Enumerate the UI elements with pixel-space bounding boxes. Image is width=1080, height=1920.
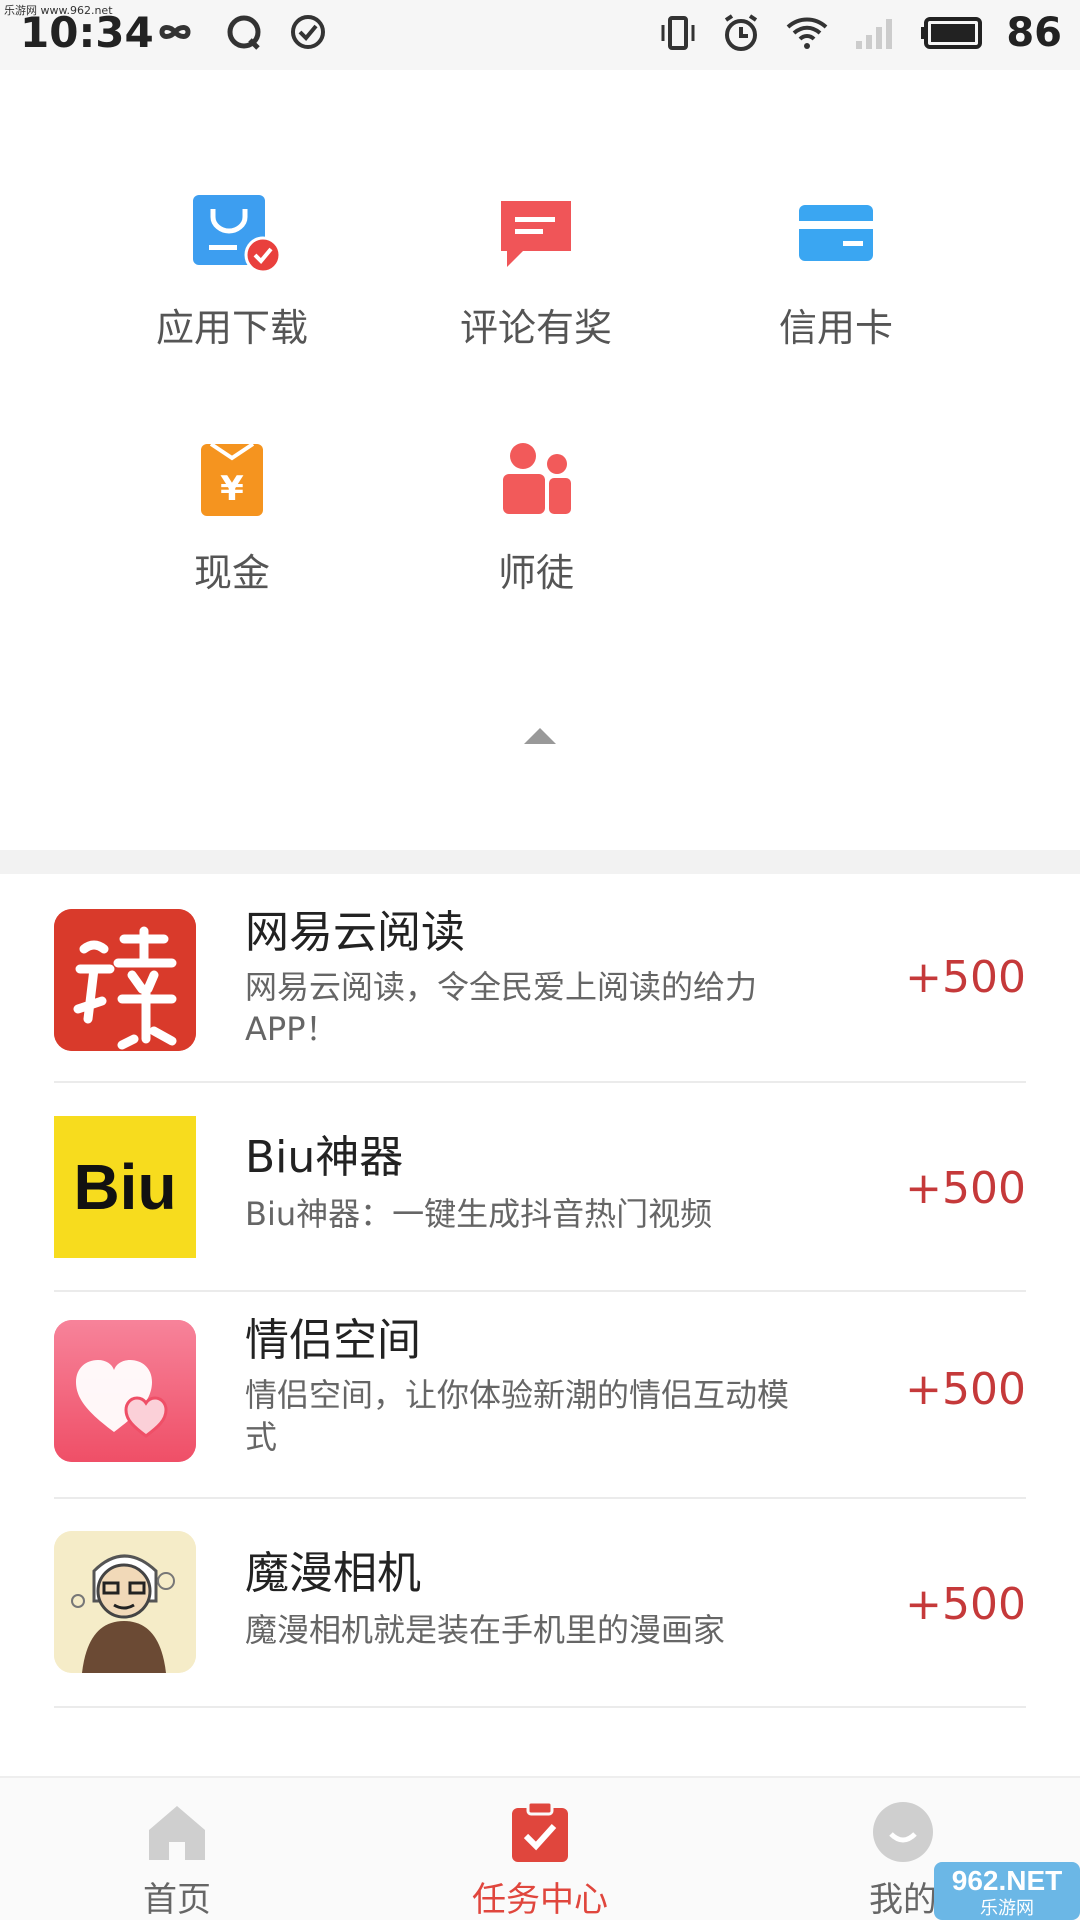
list-item[interactable]: 情侣空间 情侣空间，让你体验新潮的情侣互动模式 +500	[54, 1292, 1026, 1499]
category-grid: 应用下载 评论有奖 信用卡 ¥ 现金 师徒	[0, 70, 1080, 850]
mentor-icon	[497, 440, 575, 518]
vibrate-icon	[661, 16, 695, 50]
app-name: 网易云阅读	[245, 907, 465, 958]
profile-icon	[871, 1800, 935, 1864]
cash-bag-icon: ¥	[193, 440, 271, 518]
category-comment-reward[interactable]: 评论有奖	[386, 195, 686, 352]
cartoon-camera-logo	[54, 1531, 196, 1673]
app-description: Biu神器：一键生成抖音热门视频	[245, 1195, 713, 1233]
category-app-download[interactable]: 应用下载	[82, 195, 382, 352]
app-name: 魔漫相机	[245, 1548, 421, 1599]
comment-icon	[497, 195, 575, 273]
site-watermark-logo: 962.NET 乐游网	[934, 1862, 1080, 1920]
reward-points: +500	[905, 1364, 1026, 1415]
app-name: 情侣空间	[245, 1315, 421, 1366]
status-right-icons: 86	[658, 10, 1062, 56]
category-label: 评论有奖	[459, 306, 612, 350]
app-description: 魔漫相机就是装在手机里的漫画家	[245, 1611, 726, 1649]
battery-percent: 86	[1006, 10, 1062, 56]
app-description: 网易云阅读，令全民爱上阅读的给力APP！	[245, 968, 758, 1048]
credit-card-icon	[797, 195, 875, 273]
category-label: 现金	[193, 551, 270, 595]
reading-app-logo	[54, 909, 196, 1051]
alarm-icon	[725, 14, 758, 51]
reward-points: +500	[905, 1579, 1026, 1630]
category-label: 信用卡	[778, 306, 893, 350]
category-label: 师徒	[497, 551, 574, 595]
list-item[interactable]: Biu Biu神器 Biu神器：一键生成抖音热门视频 +500	[54, 1083, 1026, 1292]
status-time: 10:34	[20, 8, 154, 57]
check-circle-icon	[291, 15, 325, 49]
bottom-navigation: 首页 任务中心 我的 962.NET 乐游网	[0, 1776, 1080, 1920]
wifi-icon	[786, 17, 828, 49]
q-app-icon	[227, 15, 261, 50]
download-bag-icon	[193, 195, 282, 274]
battery-icon	[921, 17, 983, 49]
category-mentor[interactable]: 师徒	[386, 440, 686, 597]
svg-text:¥: ¥	[220, 469, 244, 509]
category-label: 应用下载	[155, 306, 308, 350]
clipboard-check-icon	[508, 1800, 572, 1864]
category-credit-card[interactable]: 信用卡	[686, 195, 986, 352]
section-divider	[0, 850, 1080, 874]
nav-task-label: 任务中心	[472, 1880, 608, 1920]
nav-home[interactable]: 首页	[77, 1778, 277, 1920]
home-icon	[145, 1800, 209, 1864]
svg-text:乐游网: 乐游网	[980, 1898, 1034, 1919]
infinity-icon	[159, 25, 191, 39]
status-bar: 乐游网 www.962.net 10:34 86	[0, 0, 1080, 70]
reward-points: +500	[905, 952, 1026, 1003]
status-left-icons	[150, 12, 328, 52]
collapse-arrow-icon[interactable]	[520, 720, 560, 750]
list-item[interactable]: 魔漫相机 魔漫相机就是装在手机里的漫画家 +500	[54, 1499, 1026, 1708]
reward-points: +500	[905, 1163, 1026, 1214]
app-name: Biu神器	[245, 1132, 404, 1183]
biu-app-logo: Biu	[54, 1116, 196, 1258]
couple-app-logo	[54, 1320, 196, 1462]
nav-task-center[interactable]: 任务中心	[440, 1778, 640, 1920]
app-description: 情侣空间，让你体验新潮的情侣互动模式	[245, 1376, 790, 1456]
list-item[interactable]: 网易云阅读 网易云阅读，令全民爱上阅读的给力APP！ +500	[54, 874, 1026, 1083]
svg-text:962.NET: 962.NET	[952, 1865, 1063, 1896]
signal-icon	[856, 19, 893, 49]
nav-home-label: 首页	[143, 1880, 211, 1920]
category-cash[interactable]: ¥ 现金	[82, 440, 382, 597]
